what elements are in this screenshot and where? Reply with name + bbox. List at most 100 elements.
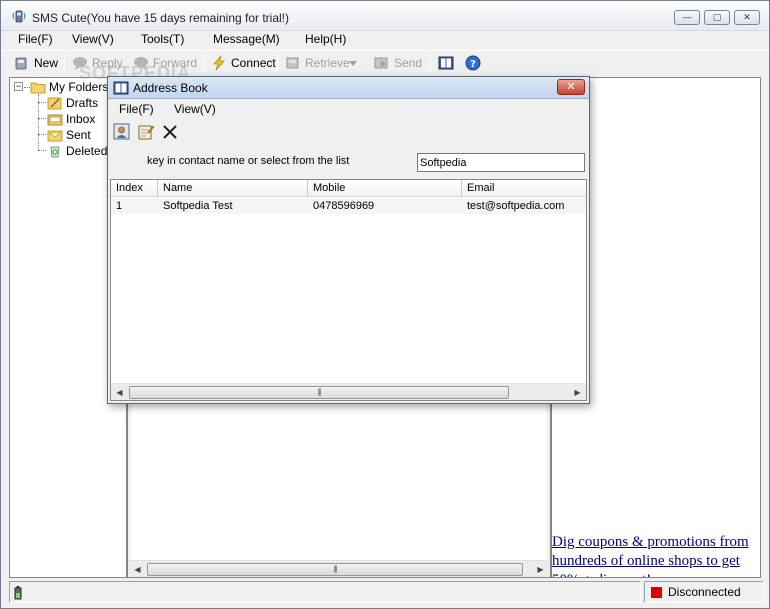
new-button[interactable]: New	[13, 54, 58, 72]
folder-label: Inbox	[66, 112, 96, 126]
new-message-icon	[15, 57, 27, 70]
address-book-dialog: Address Book ✕ File(F) View(V) key in co…	[107, 76, 590, 404]
message-hscrollbar[interactable]: ◀ ||| ▶	[129, 560, 549, 577]
new-label: New	[34, 56, 59, 70]
menu-help[interactable]: Help(H)	[305, 32, 346, 46]
scroll-right-arrow[interactable]: ▶	[569, 384, 586, 400]
dialog-title: Address Book	[133, 81, 208, 95]
reply-button[interactable]: Reply	[71, 54, 123, 72]
retrieve-icon	[286, 57, 299, 69]
search-prompt: key in contact name or select from the l…	[147, 155, 350, 167]
connection-indicator	[651, 587, 662, 598]
menu-tools[interactable]: Tools(T)	[141, 32, 184, 46]
reply-label: Reply	[92, 56, 123, 70]
folder-label: Drafts	[66, 96, 99, 110]
connect-label: Connect	[231, 56, 276, 70]
folder-my-folders[interactable]: My Folders	[30, 80, 108, 94]
app-phone-icon	[12, 10, 26, 23]
status-cell-main	[9, 581, 641, 603]
scroll-thumb[interactable]: |||	[147, 563, 523, 576]
toolbar-separator	[430, 55, 431, 72]
battery-icon	[14, 586, 22, 600]
contact-list: Index Name Mobile Email 1 Softpedia Test…	[110, 179, 587, 401]
recycle-bin-icon	[50, 146, 60, 158]
inbox-icon	[47, 114, 63, 126]
title-bar[interactable]: SMS Cute(You have 15 days remaining for …	[1, 1, 769, 31]
address-book-icon	[113, 81, 129, 95]
cell-mobile: 0478596969	[313, 200, 375, 212]
dialog-menu-view[interactable]: View(V)	[174, 102, 216, 116]
send-label: Send	[394, 56, 423, 70]
svg-text:?: ?	[470, 59, 476, 70]
folder-deleted[interactable]: Deleted	[47, 144, 107, 158]
add-contact-icon[interactable]	[113, 123, 131, 141]
status-cell-connection: Disconnected	[644, 581, 764, 603]
folder-drafts[interactable]: Drafts	[47, 96, 98, 110]
dialog-menu-file[interactable]: File(F)	[119, 102, 154, 116]
chevron-down-icon	[349, 61, 357, 66]
table-row[interactable]: 1 Softpedia Test 0478596969 test@softped…	[111, 198, 586, 214]
minimize-button[interactable]: —	[674, 10, 700, 25]
folder-label: My Folders	[49, 80, 109, 94]
folder-label: Deleted	[66, 144, 108, 158]
tree-line	[38, 102, 46, 103]
help-icon: ?	[465, 55, 481, 71]
cell-email: test@softpedia.com	[467, 200, 565, 212]
cell-index: 1	[116, 200, 123, 212]
help-button[interactable]: ?	[464, 54, 482, 72]
dialog-menu-bar: File(F) View(V)	[108, 99, 589, 119]
retrieve-button[interactable]: Retrieve	[284, 54, 350, 72]
folder-label: Sent	[66, 128, 91, 142]
toolbar-separator	[203, 55, 204, 72]
folder-icon	[30, 82, 46, 94]
column-name[interactable]: Name	[158, 180, 308, 197]
menu-bar: File(F) View(V) Tools(T) Message(M) Help…	[1, 31, 769, 49]
connection-status: Disconnected	[668, 585, 741, 599]
retrieve-dropdown-button[interactable]	[348, 54, 358, 72]
ad-link[interactable]: Dig coupons & promotions from hundreds o…	[552, 533, 760, 577]
dialog-title-bar[interactable]: Address Book ✕	[108, 77, 589, 99]
column-email[interactable]: Email	[462, 180, 586, 197]
address-book-button[interactable]	[437, 54, 455, 72]
address-book-icon	[438, 56, 454, 70]
tree-line	[38, 118, 46, 119]
scroll-thumb[interactable]: |||	[129, 386, 509, 399]
send-icon	[374, 57, 388, 69]
sent-icon	[47, 130, 63, 142]
status-bar: Disconnected	[1, 579, 769, 608]
maximize-button[interactable]: ▢	[704, 10, 730, 25]
dialog-close-button[interactable]: ✕	[557, 79, 585, 95]
folder-inbox[interactable]: Inbox	[47, 112, 95, 126]
column-mobile[interactable]: Mobile	[308, 180, 462, 197]
cell-name: Softpedia Test	[163, 200, 233, 212]
toolbar-separator	[277, 55, 278, 72]
send-button[interactable]: Send	[373, 54, 422, 72]
column-index[interactable]: Index	[111, 180, 158, 197]
connect-button[interactable]: Connect	[210, 54, 276, 72]
menu-file[interactable]: File(F)	[18, 32, 53, 46]
edit-contact-icon[interactable]	[137, 123, 155, 141]
reply-icon	[73, 57, 87, 70]
retrieve-label: Retrieve	[305, 56, 350, 70]
close-button[interactable]: ✕	[734, 10, 760, 25]
tree-expander[interactable]: −	[14, 82, 23, 91]
scroll-right-arrow[interactable]: ▶	[532, 561, 549, 578]
delete-contact-icon[interactable]	[161, 123, 179, 141]
window-title: SMS Cute(You have 15 days remaining for …	[32, 11, 290, 25]
toolbar-separator	[64, 55, 65, 72]
contact-list-header: Index Name Mobile Email	[111, 180, 586, 197]
menu-view[interactable]: View(V)	[72, 32, 114, 46]
tree-line	[38, 134, 46, 135]
menu-message[interactable]: Message(M)	[213, 32, 280, 46]
folder-sent[interactable]: Sent	[47, 128, 91, 142]
forward-button[interactable]: Forward	[132, 54, 197, 72]
forward-label: Forward	[153, 56, 198, 70]
scroll-left-arrow[interactable]: ◀	[111, 384, 128, 400]
lightning-icon	[213, 55, 225, 71]
forward-icon	[134, 57, 148, 70]
scroll-left-arrow[interactable]: ◀	[129, 561, 146, 578]
tree-line	[38, 150, 46, 151]
contact-list-hscrollbar[interactable]: ◀ ||| ▶	[111, 383, 586, 400]
contact-search-input[interactable]	[417, 153, 585, 172]
main-window: SMS Cute(You have 15 days remaining for …	[0, 0, 770, 609]
